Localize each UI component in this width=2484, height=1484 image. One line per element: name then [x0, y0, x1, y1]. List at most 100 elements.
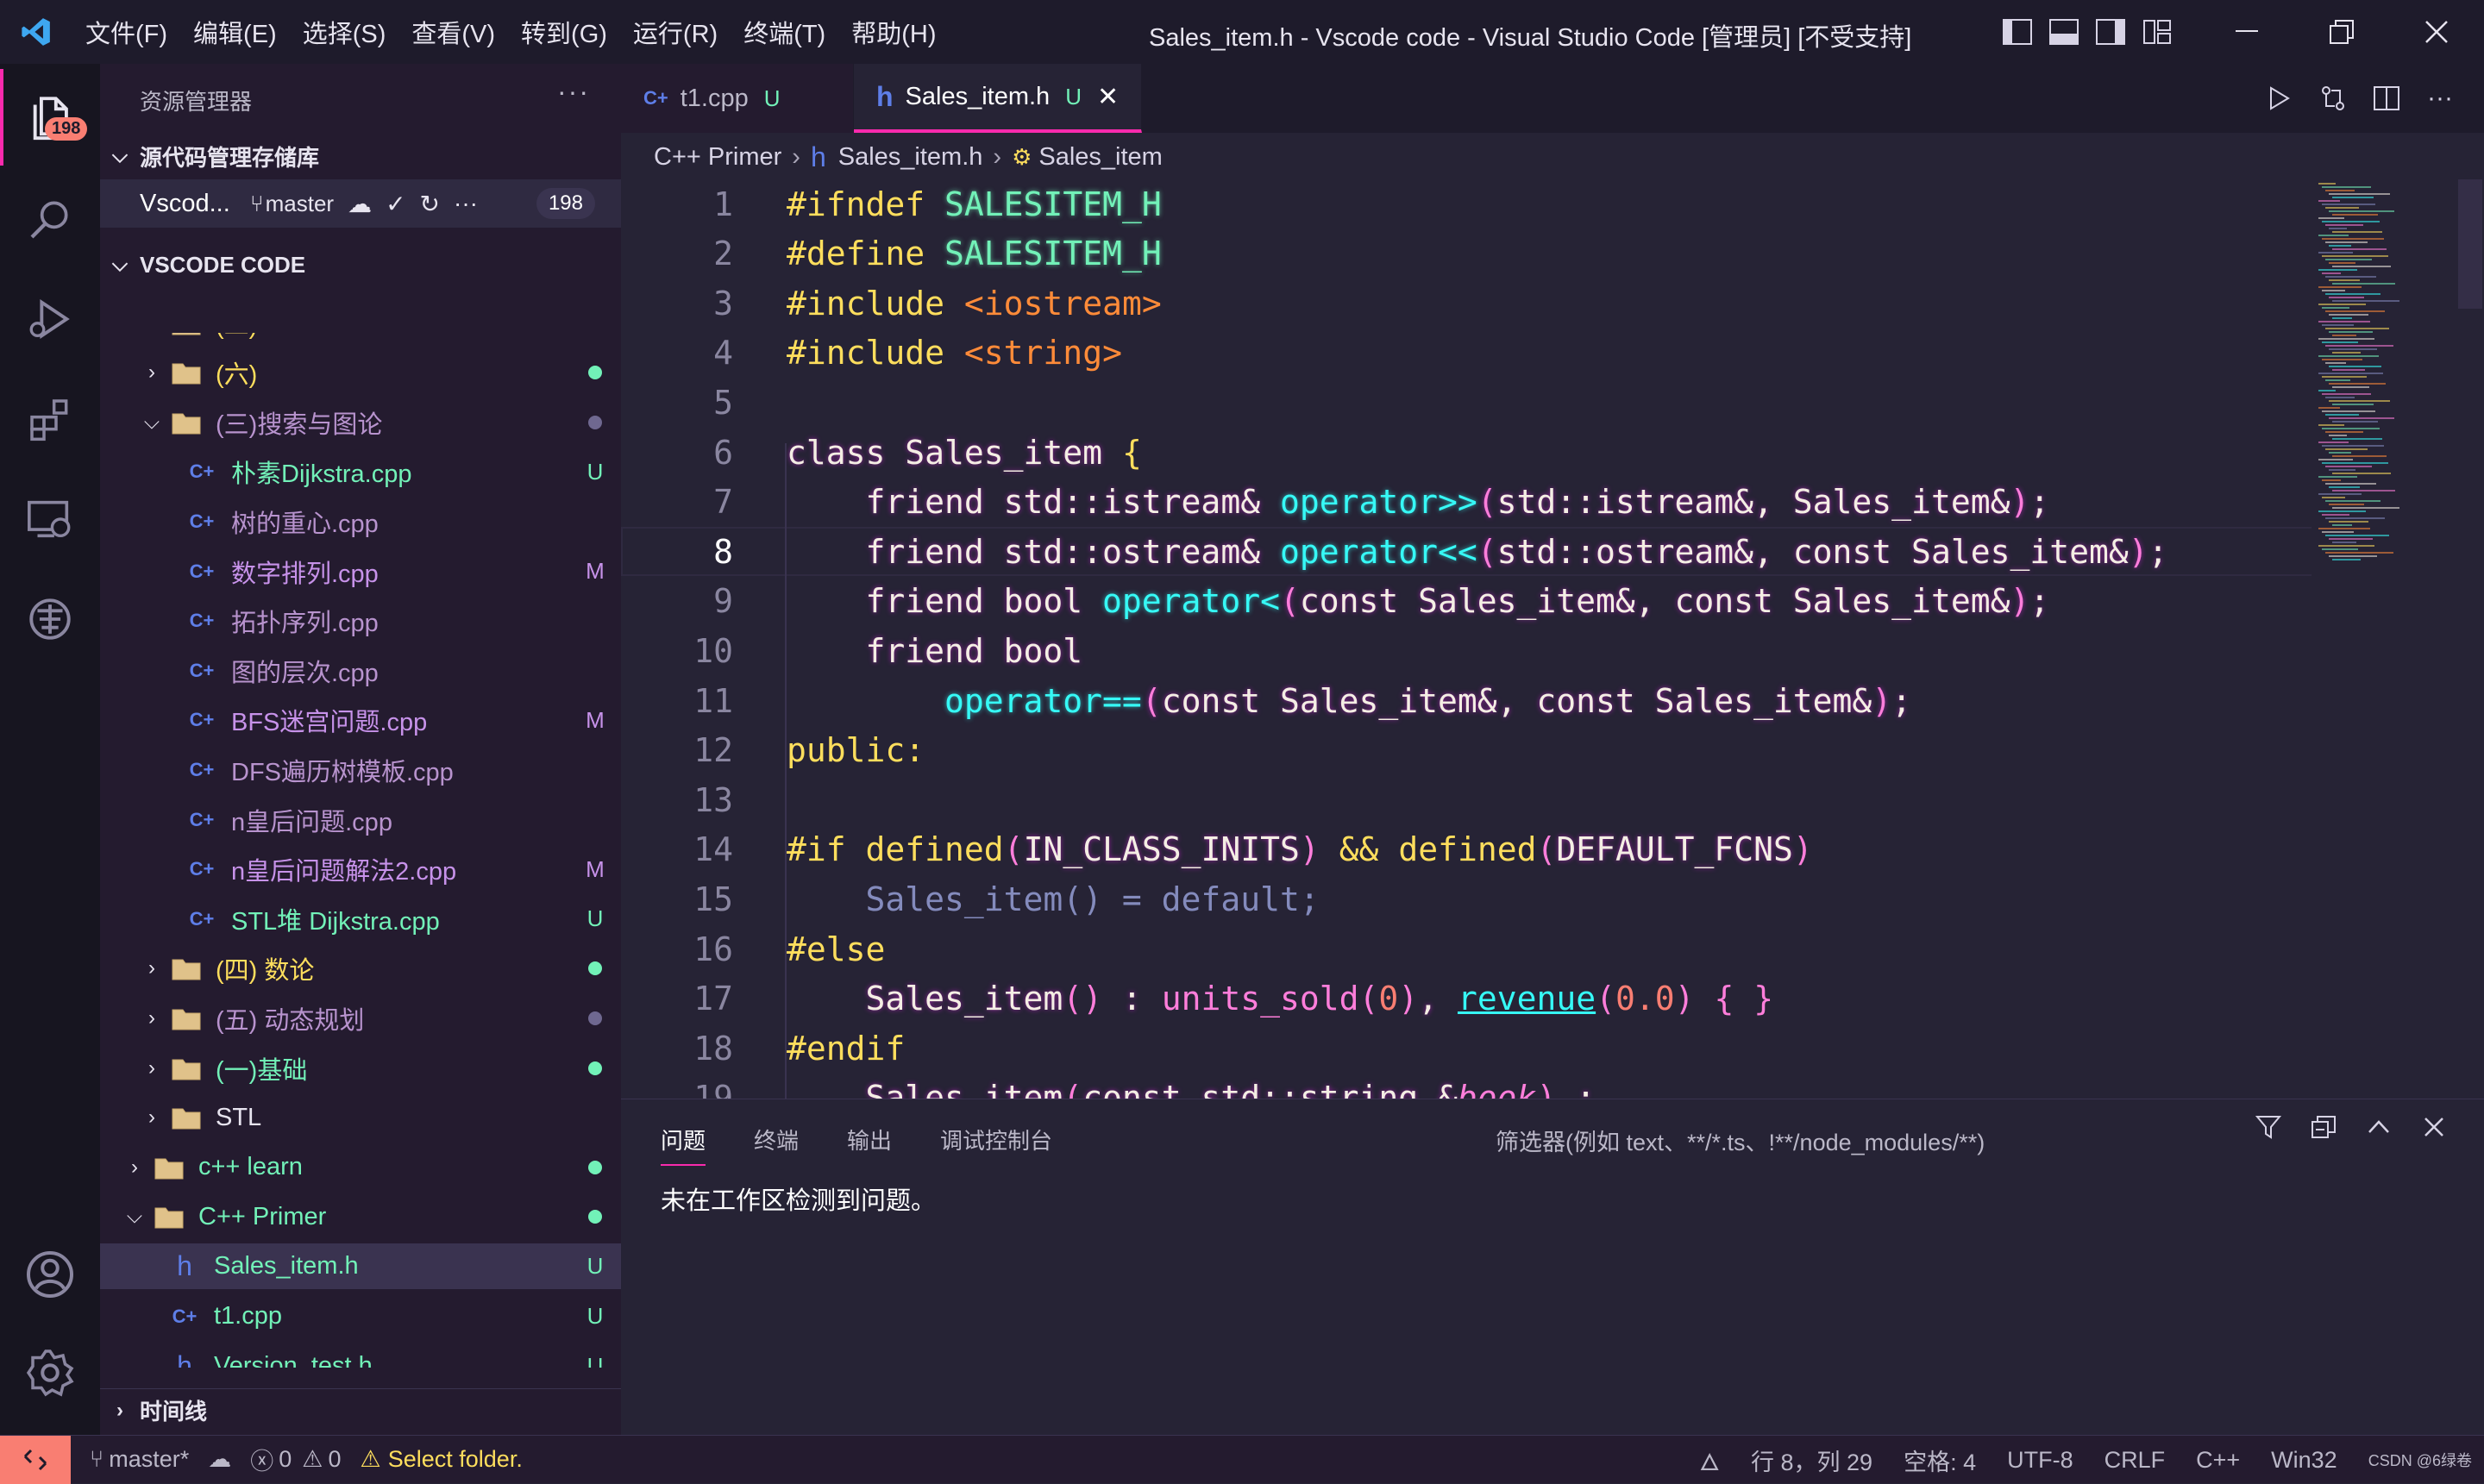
sync-icon[interactable]: ☁	[208, 1446, 231, 1473]
refresh-icon[interactable]: ↻	[420, 190, 440, 218]
warnings-count[interactable]: 0	[328, 1446, 341, 1473]
tree-item[interactable]: C+ 数字排列.cpp M	[100, 548, 621, 594]
select-folder-status[interactable]: Select folder.	[388, 1446, 523, 1473]
menu-item[interactable]: 运行(R)	[620, 14, 731, 50]
close-tab-icon[interactable]: ✕	[1097, 82, 1119, 112]
line-ending[interactable]: CRLF	[2104, 1447, 2166, 1474]
panel-tab[interactable]: 问题	[661, 1124, 706, 1166]
menu-item[interactable]: 选择(S)	[290, 14, 399, 50]
settings-gear-icon[interactable]	[0, 1324, 100, 1421]
platform[interactable]: Win32	[2271, 1447, 2337, 1474]
collapse-all-icon[interactable]	[2296, 1115, 2351, 1139]
tab-t1-cpp[interactable]: C+ t1.cpp U	[621, 64, 854, 133]
minimap-line	[2325, 224, 2363, 226]
compare-changes-icon[interactable]	[2306, 85, 2360, 112]
run-debug-icon[interactable]	[0, 271, 100, 367]
tree-item[interactable]: C+ DFS遍历树模板.cpp	[100, 747, 621, 792]
toggle-secondary-sidebar-icon[interactable]	[2087, 0, 2134, 64]
indentation[interactable]: 空格: 4	[1904, 1443, 1976, 1477]
cursor-position[interactable]: 行 8，列 29	[1751, 1443, 1872, 1477]
close-window-icon[interactable]	[2389, 0, 2484, 64]
tree-item[interactable]: › (五) 动态规划	[100, 995, 621, 1041]
toggle-panel-icon[interactable]	[2041, 0, 2087, 64]
tree-item[interactable]: › (二)	[100, 333, 621, 346]
restore-icon[interactable]	[2294, 0, 2389, 64]
code-line: 11 operator==(const Sales_item&, const S…	[621, 676, 2312, 725]
filter-icon[interactable]	[2241, 1115, 2296, 1139]
tree-item[interactable]: C+ 拓扑序列.cpp	[100, 598, 621, 644]
minimap-line	[2332, 386, 2369, 388]
errors-icon[interactable]: ⓧ	[250, 1443, 273, 1476]
tree-item[interactable]: ⌵ (三)搜索与图论	[100, 399, 621, 445]
search-icon[interactable]	[0, 171, 100, 267]
account-icon[interactable]	[0, 1226, 100, 1323]
split-editor-icon[interactable]	[2360, 85, 2413, 111]
tree-item[interactable]: › STL	[100, 1095, 621, 1141]
folder-section-header[interactable]: ⌵ VSCODE CODE	[100, 243, 621, 286]
more-actions-icon[interactable]: ···	[557, 76, 590, 108]
encoding[interactable]: UTF-8	[2007, 1447, 2073, 1474]
errors-count[interactable]: 0	[279, 1446, 292, 1473]
breadcrumb-item[interactable]: C++ Primer	[654, 143, 781, 172]
menu-item[interactable]: 帮助(H)	[838, 14, 949, 50]
repo-branch[interactable]: master	[266, 191, 334, 217]
run-icon[interactable]	[2253, 85, 2306, 111]
minimap-line	[2325, 431, 2363, 433]
tree-item[interactable]: ⌵ C++ Primer	[100, 1194, 621, 1240]
tree-item[interactable]: C+ BFS迷宫问题.cpp M	[100, 698, 621, 743]
code-editor[interactable]: 1 #ifndef SALESITEM_H 2 #define SALESITEM_H…	[621, 179, 2312, 1099]
problems-filter-input[interactable]: 筛选器(例如 text、**/*.ts、!**/node_modules/**)	[1496, 1124, 1985, 1157]
tree-item[interactable]: C+ 树的重心.cpp	[100, 498, 621, 544]
tree-item[interactable]: › (四) 数论	[100, 946, 621, 992]
panel-tab[interactable]: 终端	[754, 1124, 799, 1166]
toggle-primary-sidebar-icon[interactable]	[1994, 0, 2041, 64]
tree-item[interactable]: C+ 图的层次.cpp	[100, 648, 621, 693]
status-branch[interactable]: master*	[109, 1446, 189, 1473]
editor-more-icon[interactable]: ···	[2413, 84, 2467, 113]
minimap[interactable]	[2312, 179, 2484, 611]
menu-item[interactable]: 查看(V)	[398, 14, 508, 50]
tree-item[interactable]: C+ n皇后问题解法2.cpp M	[100, 847, 621, 892]
breadcrumb-item[interactable]: Sales_item	[1038, 143, 1162, 172]
repo-more-icon[interactable]: ···	[454, 190, 478, 217]
timeline-section-header[interactable]: › 时间线	[100, 1388, 621, 1431]
remote-explorer-icon[interactable]	[0, 471, 100, 567]
menu-item[interactable]: 文件(F)	[72, 14, 180, 50]
minimize-icon[interactable]	[2199, 0, 2294, 64]
tree-item[interactable]: › c++ learn	[100, 1144, 621, 1190]
tree-item[interactable]: C+ n皇后问题.cpp	[100, 797, 621, 842]
menu-item[interactable]: 编辑(E)	[180, 14, 290, 50]
scm-section-header[interactable]: ⌵ 源代码管理存储库	[100, 135, 621, 178]
close-panel-icon[interactable]	[2406, 1117, 2462, 1137]
customize-layout-icon[interactable]	[2134, 0, 2180, 64]
maximize-panel-icon[interactable]	[2351, 1118, 2406, 1136]
panel-tab[interactable]: 输出	[847, 1124, 892, 1166]
panel-tab[interactable]: 调试控制台	[940, 1124, 1052, 1166]
tab-sales-item-h[interactable]: h Sales_item.h U ✕	[854, 64, 1143, 133]
line-number: 4	[713, 334, 733, 373]
repository-row[interactable]: Vscod... ⑂ master ☁ ✓ ↻ ··· 198	[100, 179, 621, 228]
minimap-line	[2318, 528, 2370, 529]
menu-item[interactable]: 转到(G)	[508, 14, 620, 50]
tree-item[interactable]: › (一)基础	[100, 1045, 621, 1091]
tree-item[interactable]: C+ STL堆 Dijkstra.cpp U	[100, 896, 621, 942]
minimap-line	[2325, 414, 2359, 416]
extensions-icon[interactable]	[0, 371, 100, 467]
warnings-icon[interactable]: ⚠	[302, 1446, 323, 1473]
remote-indicator-icon[interactable]	[0, 1435, 71, 1484]
tree-item[interactable]: C+ 朴素Dijkstra.cpp U	[100, 449, 621, 495]
breadcrumb-item[interactable]: Sales_item.h	[838, 143, 983, 172]
tree-item[interactable]: › (六)	[100, 350, 621, 396]
cpp-file-icon: C+	[189, 610, 215, 632]
tree-item[interactable]: h Sales_item.h U	[100, 1243, 621, 1290]
sync-cloud-icon[interactable]: ☁	[348, 190, 372, 218]
commit-check-icon[interactable]: ✓	[386, 190, 405, 218]
menu-item[interactable]: 终端(T)	[731, 14, 838, 50]
tree-item[interactable]: C+ t1.cpp U	[100, 1293, 621, 1339]
language-mode[interactable]: C++	[2196, 1447, 2240, 1474]
explorer-icon[interactable]: 198	[0, 69, 100, 166]
minimap-viewport[interactable]	[2458, 179, 2482, 309]
tree-item[interactable]: h Version_test.h U	[100, 1343, 621, 1368]
flame-icon[interactable]: 🜂	[1699, 1437, 1720, 1484]
globe-icon[interactable]	[0, 571, 100, 667]
